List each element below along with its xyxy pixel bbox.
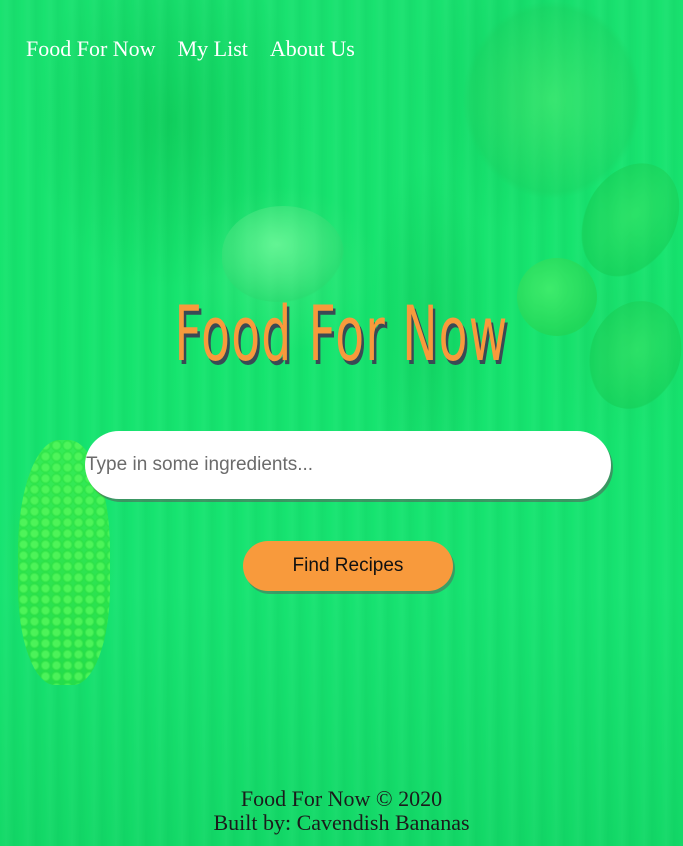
hero-title: Food For Now (174, 289, 509, 378)
search-container (85, 431, 611, 499)
nav-link-my-list[interactable]: My List (178, 34, 248, 64)
nav-link-about-us[interactable]: About Us (270, 34, 355, 64)
footer: Food For Now © 2020 Built by: Cavendish … (0, 787, 683, 835)
background-image (0, 0, 683, 846)
nav-link-home[interactable]: Food For Now (26, 34, 156, 64)
footer-copyright: Food For Now © 2020 (240, 786, 443, 811)
top-nav: Food For Now My List About Us (26, 34, 355, 64)
footer-credits: Built by: Cavendish Bananas (213, 810, 470, 835)
find-recipes-button[interactable]: Find Recipes (243, 541, 453, 591)
green-overlay (0, 0, 683, 846)
ingredients-search-input[interactable] (85, 431, 611, 499)
